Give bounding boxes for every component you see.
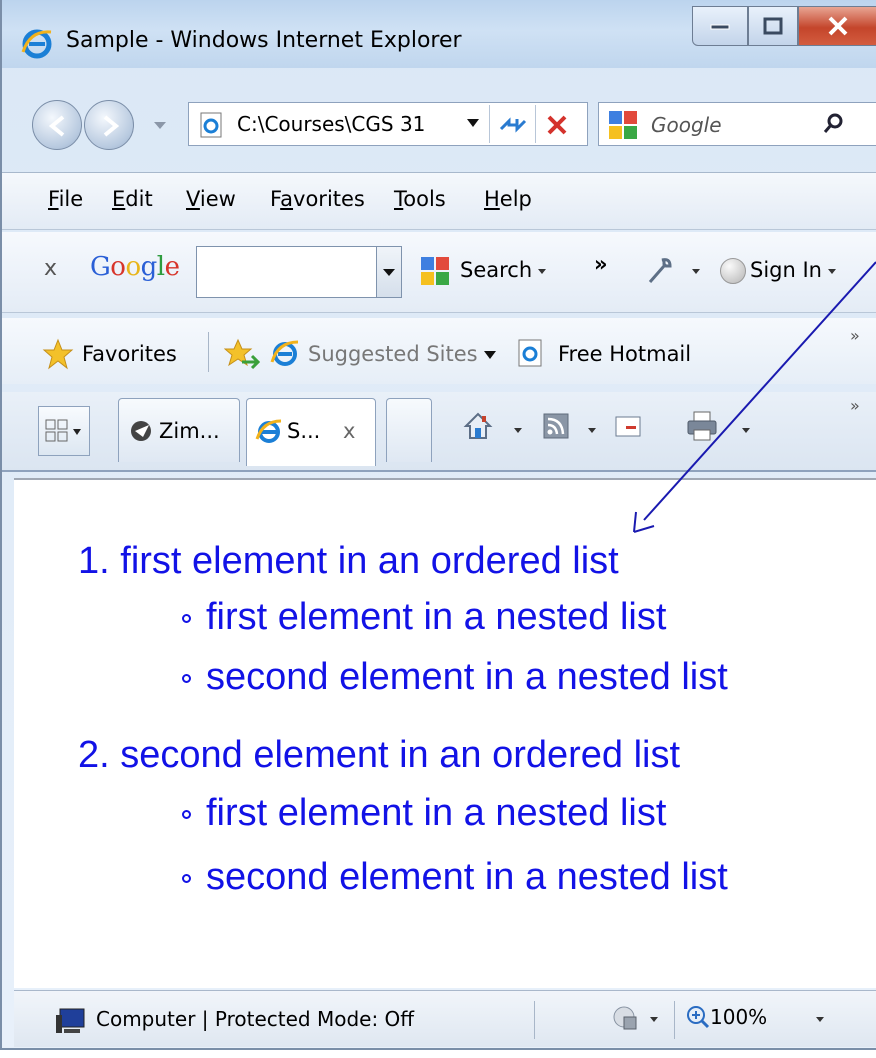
read-mail-icon[interactable]	[614, 414, 644, 440]
zoom-icon[interactable]	[686, 1005, 710, 1029]
title-bar: Sample - Windows Internet Explorer	[2, 0, 876, 68]
wrench-icon[interactable]	[642, 254, 676, 288]
nested-bullet-icon	[182, 614, 191, 623]
feeds-icon[interactable]	[542, 412, 570, 440]
quick-tabs-button[interactable]	[38, 406, 90, 456]
nested-list-item: first element in a nested list	[206, 792, 667, 834]
search-icon[interactable]	[821, 112, 845, 136]
search-history-dropdown[interactable]	[376, 247, 401, 297]
print-dropdown-icon[interactable]	[742, 428, 750, 433]
zoom-dropdown-icon[interactable]	[816, 1017, 824, 1022]
status-zone-text: Computer | Protected Mode: Off	[96, 1007, 415, 1031]
tab-list-dropdown-icon	[73, 429, 81, 435]
home-dropdown-icon[interactable]	[514, 428, 522, 433]
menu-help[interactable]: Help	[484, 187, 532, 211]
feeds-dropdown-icon[interactable]	[588, 428, 596, 433]
back-button[interactable]	[32, 100, 82, 150]
home-icon[interactable]	[462, 410, 494, 442]
page-icon	[200, 112, 222, 138]
stop-icon[interactable]	[545, 113, 569, 137]
nested-list-item: second element in a nested list	[206, 856, 728, 898]
favorites-bar: Favorites Suggested Sites Free Hotmail »	[2, 318, 876, 384]
sign-in-icon	[720, 258, 746, 284]
menu-favorites[interactable]: Favorites	[270, 187, 365, 211]
favorites-button[interactable]: Favorites	[82, 342, 177, 366]
nested-list-item: second element in a nested list	[206, 656, 728, 698]
tab-label: S...	[287, 419, 321, 443]
tab-close-button[interactable]: x	[343, 419, 355, 443]
search-box[interactable]: Google	[598, 102, 876, 146]
forward-button[interactable]	[84, 100, 134, 150]
minimize-button[interactable]	[692, 6, 748, 46]
tab-row: Zim... S... x »	[2, 392, 876, 472]
forward-arrow-icon	[103, 115, 120, 137]
toolbar-more-button[interactable]: »	[594, 252, 608, 276]
ie-logo-icon	[21, 29, 52, 59]
nested-bullet-icon	[182, 874, 191, 883]
print-icon[interactable]	[686, 410, 720, 444]
nested-bullet-icon	[182, 674, 191, 683]
maximize-button[interactable]	[748, 6, 798, 46]
list-marker: 2.	[78, 734, 110, 776]
free-hotmail-link[interactable]: Free Hotmail	[558, 342, 691, 366]
computer-zone-icon	[56, 1008, 85, 1033]
recent-pages-dropdown[interactable]	[154, 122, 166, 129]
status-bar: Computer | Protected Mode: Off 100%	[14, 990, 876, 1047]
address-dropdown-icon[interactable]	[467, 119, 479, 127]
minimize-icon	[710, 24, 730, 30]
address-text[interactable]: C:\Courses\CGS 31	[237, 112, 457, 136]
browser-window: Sample - Windows Internet Explorer C:\Co…	[0, 0, 876, 1050]
hotmail-page-icon	[518, 339, 542, 367]
toolbar-close-button[interactable]: x	[44, 256, 57, 281]
new-tab-button[interactable]	[386, 398, 432, 462]
add-on-dropdown-icon[interactable]	[650, 1017, 658, 1022]
add-favorite-icon[interactable]	[224, 338, 260, 370]
address-bar[interactable]: C:\Courses\CGS 31	[188, 102, 588, 146]
refresh-icon[interactable]	[497, 113, 529, 137]
ie-favicon-icon	[255, 419, 282, 443]
menu-edit[interactable]: Edit	[112, 187, 153, 211]
zoom-level[interactable]: 100%	[710, 1005, 767, 1029]
tab-label: Zim...	[159, 419, 220, 443]
ordered-list-item-1: 1. first element in an ordered list	[78, 540, 619, 583]
zim-favicon-icon	[131, 421, 151, 441]
menu-file[interactable]: File	[48, 187, 83, 211]
ordered-list-item-2: 2. second element in an ordered list	[78, 734, 680, 777]
close-button[interactable]	[798, 6, 876, 46]
maximize-icon	[763, 17, 783, 35]
quick-tabs-icon	[45, 419, 68, 442]
list-item-text: second element in an ordered list	[120, 734, 681, 776]
google-search-icon	[421, 257, 449, 285]
favorites-chevron[interactable]: »	[850, 326, 860, 345]
list-marker: 1.	[78, 540, 110, 582]
sign-in-button[interactable]: Sign In	[750, 258, 836, 282]
tab-zim[interactable]: Zim...	[118, 398, 240, 462]
back-arrow-icon	[48, 115, 65, 137]
menu-bar: File Edit View Favorites Tools Help	[2, 172, 876, 230]
list-item-text: first element in an ordered list	[120, 540, 619, 582]
page-content: 1. first element in an ordered list firs…	[14, 478, 876, 732]
window-title: Sample - Windows Internet Explorer	[66, 28, 462, 53]
wrench-dropdown-icon[interactable]	[692, 269, 700, 274]
google-search-input[interactable]	[196, 246, 402, 298]
page-content-lower: 2. second element in an ordered list fir…	[14, 730, 876, 988]
tab-sample[interactable]: S... x	[246, 398, 376, 466]
navigation-row: C:\Courses\CGS 31 Google	[2, 90, 876, 160]
nested-bullet-icon	[182, 810, 191, 819]
suggested-sites-icon	[270, 340, 299, 366]
menu-view[interactable]: View	[186, 187, 236, 211]
command-bar-chevron[interactable]: »	[850, 396, 860, 415]
close-icon	[828, 16, 848, 36]
suggested-sites-button[interactable]: Suggested Sites	[308, 342, 496, 366]
google-g-icon	[609, 111, 637, 139]
google-logo: Google	[90, 252, 180, 282]
add-on-globe-icon[interactable]	[610, 1003, 640, 1033]
toolbar-search-button[interactable]: Search	[460, 258, 547, 282]
google-toolbar: x Google Search » Sign In	[2, 232, 876, 313]
favorites-star-icon	[42, 338, 74, 370]
nested-list-item: first element in a nested list	[206, 596, 667, 638]
menu-tools[interactable]: Tools	[394, 187, 446, 211]
search-placeholder: Google	[651, 113, 722, 137]
